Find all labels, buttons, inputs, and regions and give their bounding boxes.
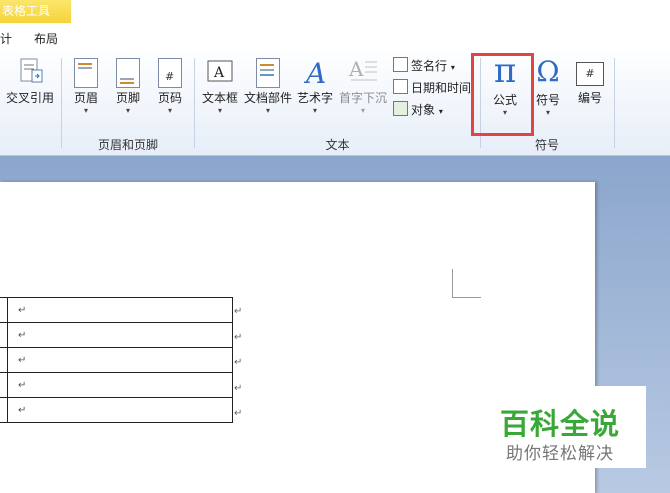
date-time-label: 日期和时间 <box>411 81 472 95</box>
table-row: ↵ <box>0 347 233 373</box>
watermark-subtitle: 助你轻松解决 <box>506 444 614 464</box>
group-separator <box>194 58 195 148</box>
signature-line-button[interactable]: 签名行 ▾ <box>393 57 455 74</box>
table-cell[interactable]: ↵ <box>7 322 233 348</box>
chevron-down-icon: ▾ <box>545 108 550 117</box>
watermark: 百科全说 助你轻松解决 <box>490 386 646 468</box>
table-cell[interactable]: ↵ <box>7 397 233 423</box>
table-row: ↵ <box>0 322 233 348</box>
table-row: ↵ <box>0 397 233 423</box>
header-button[interactable]: 页眉 ▾ <box>68 56 104 130</box>
tab-design[interactable]: 计 <box>0 30 12 47</box>
group-separator <box>614 58 615 148</box>
svg-text:A: A <box>213 65 225 81</box>
symbol-button[interactable]: Ω 符号 ▾ <box>530 56 566 130</box>
text-group-label: 文本 <box>325 138 350 152</box>
drop-cap-label: 首字下沉 <box>338 91 387 105</box>
object-icon <box>393 101 408 116</box>
cross-reference-label: 交叉引用 <box>5 91 54 105</box>
margin-corner-mark <box>452 269 481 298</box>
chevron-down-icon: ▾ <box>217 106 222 115</box>
watermark-title: 百科全说 <box>500 407 621 441</box>
symbol-label: 符号 <box>535 93 560 107</box>
header-label: 页眉 <box>73 91 98 105</box>
textbox-icon: A <box>206 56 234 86</box>
signature-icon <box>393 57 408 72</box>
equation-highlight-box <box>471 53 534 136</box>
row-end-mark: ↵ <box>234 383 243 394</box>
chevron-down-icon: ▾ <box>83 106 88 115</box>
svg-text:A: A <box>303 57 326 86</box>
table-row: ↵ <box>0 297 233 323</box>
chevron-down-icon: ▾ <box>438 107 443 116</box>
textbox-button[interactable]: A 文本框 ▾ <box>200 56 240 130</box>
drop-cap-button[interactable]: A 首字下沉 ▾ <box>338 56 388 130</box>
calendar-icon <box>393 79 408 94</box>
cross-reference-icon <box>15 56 45 86</box>
footer-button[interactable]: 页脚 ▾ <box>110 56 146 130</box>
wordart-label: 艺术字 <box>296 91 333 105</box>
row-end-mark: ↵ <box>234 306 243 317</box>
object-label: 对象 <box>411 103 436 117</box>
object-button[interactable]: 对象 ▾ <box>393 101 443 118</box>
tab-layout[interactable]: 布局 <box>34 30 58 47</box>
textbox-label: 文本框 <box>201 91 238 105</box>
row-end-mark: ↵ <box>234 357 243 368</box>
chevron-down-icon: ▾ <box>312 106 317 115</box>
chevron-down-icon: ▾ <box>360 106 365 115</box>
numbering-label: 编号 <box>577 91 602 105</box>
table-row: ↵ <box>0 372 233 398</box>
chevron-down-icon: ▾ <box>125 106 130 115</box>
omega-icon: Ω <box>536 55 560 88</box>
footer-icon <box>116 58 140 88</box>
ribbon-tab-bar: 表格工具 计 布局 <box>0 0 670 53</box>
group-separator <box>61 58 62 148</box>
header-footer-group-label: 页眉和页脚 <box>97 138 158 152</box>
chevron-down-icon: ▾ <box>450 63 455 72</box>
page-number-label: 页码 <box>157 91 182 105</box>
row-end-mark: ↵ <box>234 332 243 343</box>
date-time-button[interactable]: 日期和时间 <box>393 79 471 96</box>
quick-parts-icon <box>256 58 280 88</box>
table-tools-context-tab[interactable]: 表格工具 <box>0 0 71 23</box>
wordart-icon: A <box>300 56 330 90</box>
chevron-down-icon: ▾ <box>167 106 172 115</box>
header-icon <box>74 58 98 88</box>
wordart-button[interactable]: A 艺术字 ▾ <box>296 56 334 130</box>
signature-line-label: 签名行 <box>411 59 448 73</box>
table-cell[interactable]: ↵ <box>7 347 233 373</box>
svg-text:A: A <box>348 57 364 81</box>
quick-parts-label: 文档部件 <box>243 91 292 105</box>
chevron-down-icon: ▾ <box>265 106 270 115</box>
table-cell[interactable]: ↵ <box>7 372 233 398</box>
ribbon: 交叉引用 页眉 ▾ 页脚 ▾ # 页码 ▾ 页眉和页脚 A 文本框 ▾ 文档部件… <box>0 52 670 156</box>
drop-cap-icon: A <box>347 56 379 86</box>
table-cell[interactable]: ↵ <box>7 297 233 323</box>
quick-parts-button[interactable]: 文档部件 ▾ <box>243 56 293 130</box>
hash-icon: # <box>576 62 604 86</box>
document-table[interactable]: ↵ ↵ ↵ ↵ ↵ <box>0 297 233 423</box>
cross-reference-button[interactable]: 交叉引用 <box>4 56 56 130</box>
symbols-group-label: 符号 <box>534 138 559 152</box>
row-end-mark: ↵ <box>234 408 243 419</box>
page-number-icon: # <box>158 58 182 88</box>
page-number-button[interactable]: # 页码 ▾ <box>152 56 188 130</box>
numbering-button[interactable]: # 编号 <box>572 56 608 130</box>
footer-label: 页脚 <box>115 91 140 105</box>
